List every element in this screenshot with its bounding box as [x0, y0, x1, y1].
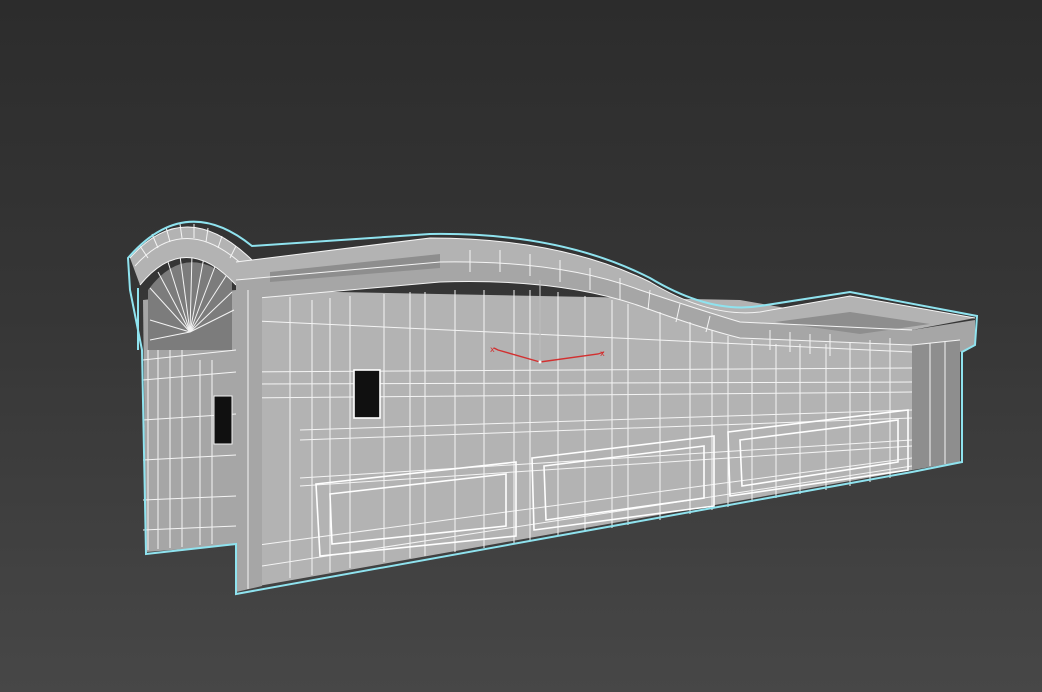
gizmo-y-label: x — [490, 345, 495, 354]
side-opening — [214, 396, 232, 444]
gizmo-pivot[interactable] — [538, 360, 542, 364]
right-block[interactable] — [911, 320, 975, 470]
main-facade[interactable] — [235, 237, 976, 592]
arch-opening — [148, 262, 232, 350]
window-opening — [354, 370, 380, 418]
3d-viewport[interactable]: x x — [0, 0, 1042, 692]
left-arch-wing[interactable] — [129, 223, 253, 552]
gizmo-x-label: x — [600, 349, 605, 358]
viewport-canvas[interactable]: x x — [0, 0, 1042, 692]
